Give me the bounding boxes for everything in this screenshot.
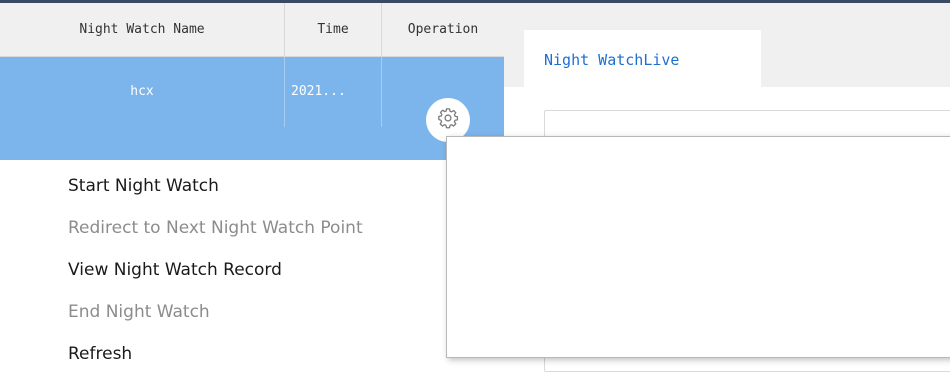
gear-icon	[437, 107, 459, 134]
menu-item-view-record[interactable]: View Night Watch Record	[68, 256, 282, 284]
cell-time: 2021...	[285, 57, 382, 127]
column-header-operation[interactable]: Operation	[382, 3, 504, 56]
column-header-name[interactable]: Night Watch Name	[0, 3, 285, 56]
cell-night-watch-name: hcx	[0, 57, 285, 127]
menu-item-end-night-watch: End Night Watch	[68, 302, 210, 322]
column-header-time[interactable]: Time	[285, 3, 382, 56]
menu-item-refresh[interactable]: Refresh	[68, 340, 132, 368]
panel-tab-bar: Night WatchLive	[504, 3, 950, 87]
table-header: Night Watch Name Time Operation	[0, 3, 504, 57]
context-menu	[446, 136, 950, 358]
menu-item-start-night-watch[interactable]: Start Night Watch	[68, 172, 219, 200]
tab-night-watch-live[interactable]: Night WatchLive	[524, 30, 761, 87]
menu-item-redirect-next-point: Redirect to Next Night Watch Point	[68, 218, 363, 238]
